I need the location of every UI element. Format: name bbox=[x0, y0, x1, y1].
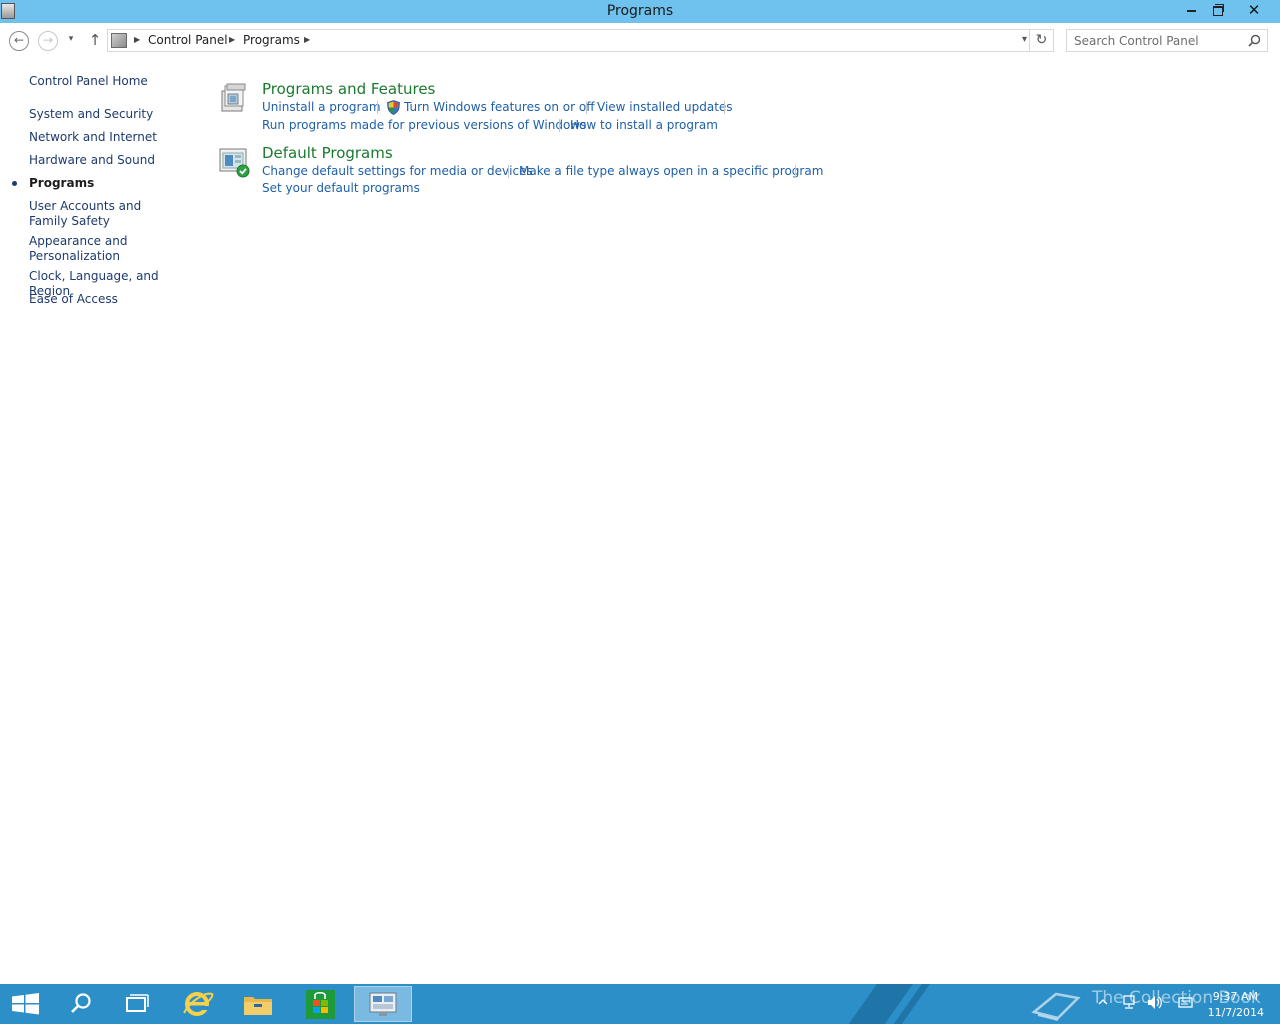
file-explorer-icon bbox=[244, 997, 272, 1015]
minimize-button[interactable] bbox=[1178, 0, 1206, 21]
clock-time[interactable]: 9:37 AM bbox=[1196, 990, 1258, 1003]
book-watermark-icon bbox=[1031, 992, 1081, 1021]
shield-icon bbox=[387, 100, 400, 115]
sidebar-item-appearance[interactable]: Appearance and Personalization bbox=[29, 234, 149, 264]
task-divider bbox=[724, 101, 725, 114]
breadcrumb-separator[interactable]: ▶ bbox=[229, 35, 235, 44]
forward-button[interactable]: → bbox=[38, 31, 58, 51]
action-center-icon[interactable] bbox=[1178, 996, 1194, 1010]
up-button[interactable]: ↑ bbox=[88, 31, 102, 51]
turn-windows-features-link[interactable]: Turn Windows features on or off bbox=[404, 100, 595, 114]
file-explorer-button[interactable] bbox=[231, 986, 285, 1022]
breadcrumb-control-panel[interactable]: Control Panel bbox=[148, 33, 228, 47]
task-divider bbox=[586, 101, 587, 114]
search-input[interactable] bbox=[1067, 30, 1243, 51]
run-older-programs-link[interactable]: Run programs made for previous versions … bbox=[262, 118, 586, 132]
address-bar[interactable]: ▶ Control Panel ▶ Programs ▶ ▾ ↻ bbox=[107, 29, 1054, 52]
task-divider bbox=[508, 165, 509, 178]
control-panel-location-icon bbox=[111, 33, 127, 48]
window-title: Programs bbox=[606, 3, 674, 19]
task-divider bbox=[377, 101, 378, 114]
internet-explorer-button[interactable] bbox=[170, 986, 224, 1022]
how-to-install-link[interactable]: How to install a program bbox=[570, 118, 718, 132]
task-divider bbox=[795, 165, 796, 178]
show-hidden-icons-icon[interactable] bbox=[1098, 997, 1108, 1007]
file-type-association-link[interactable]: Make a file type always open in a specif… bbox=[519, 164, 823, 178]
close-button[interactable]: ✕ bbox=[1234, 0, 1274, 21]
default-programs-icon[interactable] bbox=[218, 146, 250, 178]
sidebar-item-system-security[interactable]: System and Security bbox=[29, 107, 194, 122]
set-default-programs-link[interactable]: Set your default programs bbox=[262, 181, 420, 195]
clock-date[interactable]: 11/7/2014 bbox=[1196, 1006, 1264, 1019]
programs-and-features-link[interactable]: Programs and Features bbox=[262, 80, 435, 98]
start-button[interactable] bbox=[0, 986, 54, 1022]
navigation-bar: ← → ▾ ↑ ▶ Control Panel ▶ Programs ▶ ▾ ↻ bbox=[0, 23, 1280, 59]
taskbar: The Collection Book 9:37 AM 11/7/2014 bbox=[0, 984, 1280, 1024]
sidebar-item-ease-of-access[interactable]: Ease of Access bbox=[29, 292, 194, 307]
recent-locations-button[interactable]: ▾ bbox=[65, 34, 77, 46]
task-divider bbox=[559, 119, 560, 132]
change-default-media-settings-link[interactable]: Change default settings for media or dev… bbox=[262, 164, 533, 178]
store-icon bbox=[306, 990, 335, 1019]
uninstall-program-link[interactable]: Uninstall a program bbox=[262, 100, 381, 114]
search-box[interactable] bbox=[1066, 29, 1268, 52]
sidebar-item-programs[interactable]: Programs bbox=[29, 176, 194, 191]
active-item-bullet bbox=[12, 181, 17, 186]
sidebar-item-hardware-sound[interactable]: Hardware and Sound bbox=[29, 153, 194, 168]
sidebar-item-control-panel-home[interactable]: Control Panel Home bbox=[29, 74, 194, 89]
refresh-button[interactable]: ↻ bbox=[1029, 30, 1053, 51]
search-icon[interactable] bbox=[1248, 34, 1261, 47]
breadcrumb-separator[interactable]: ▶ bbox=[134, 35, 140, 44]
volume-icon[interactable] bbox=[1147, 995, 1163, 1010]
address-history-dropdown[interactable]: ▾ bbox=[1022, 34, 1027, 45]
sidebar-item-network-internet[interactable]: Network and Internet bbox=[29, 130, 194, 145]
taskbar-search-button[interactable] bbox=[54, 986, 108, 1022]
control-panel-icon bbox=[369, 992, 397, 1016]
restore-button[interactable] bbox=[1204, 0, 1232, 21]
view-installed-updates-link[interactable]: View installed updates bbox=[597, 100, 733, 114]
task-view-button[interactable] bbox=[110, 986, 164, 1022]
start-icon bbox=[12, 993, 39, 1015]
back-button[interactable]: ← bbox=[9, 31, 29, 51]
control-panel-taskbar-button[interactable] bbox=[354, 986, 412, 1022]
default-programs-link[interactable]: Default Programs bbox=[262, 144, 393, 162]
breadcrumb-programs[interactable]: Programs bbox=[243, 33, 300, 47]
network-icon[interactable] bbox=[1122, 995, 1138, 1010]
task-view-icon bbox=[126, 994, 149, 1012]
internet-explorer-icon bbox=[183, 992, 214, 1016]
title-bar: Programs ✕ bbox=[0, 0, 1280, 23]
programs-features-icon[interactable] bbox=[218, 82, 250, 114]
store-button[interactable] bbox=[293, 986, 347, 1022]
search-icon bbox=[71, 993, 91, 1013]
sidebar-item-user-accounts[interactable]: User Accounts and Family Safety bbox=[29, 199, 179, 229]
breadcrumb-separator[interactable]: ▶ bbox=[304, 35, 310, 44]
